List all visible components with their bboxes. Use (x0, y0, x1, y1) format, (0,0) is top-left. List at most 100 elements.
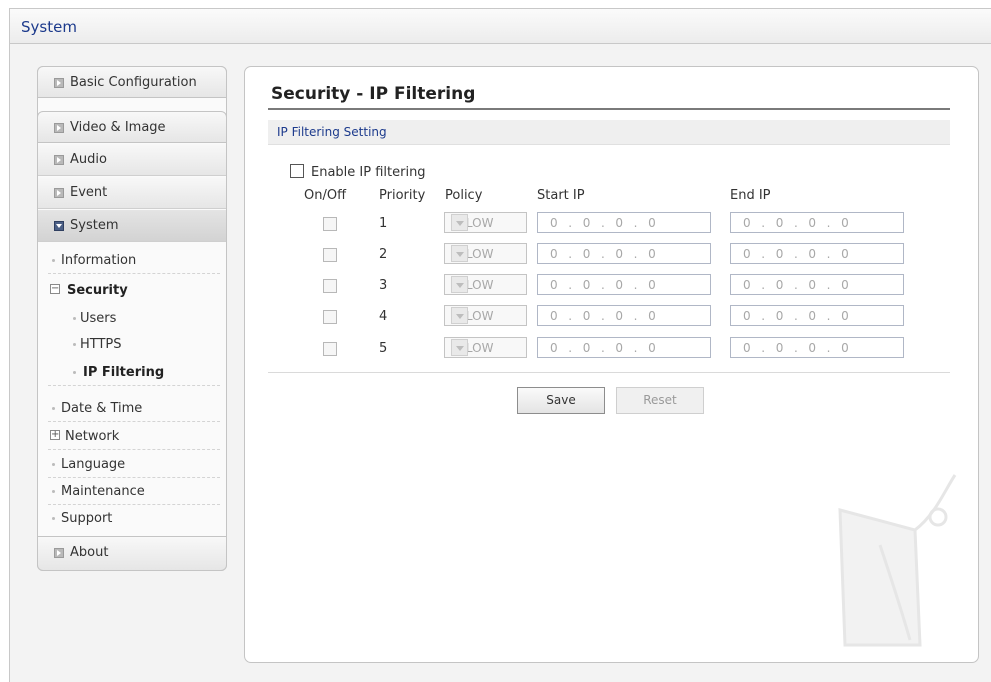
row-4-policy-select[interactable]: ALLOW (444, 305, 527, 326)
dropdown-arrow-icon (451, 245, 468, 262)
form-divider (268, 372, 950, 373)
row-1-policy-select[interactable]: ALLOW (444, 212, 527, 233)
collapse-tree-icon: − (50, 283, 60, 294)
row-3-end-ip-input[interactable]: 0 . 0 . 0 . 0 (730, 274, 904, 295)
section-header: IP Filtering Setting (268, 120, 950, 145)
row-2-priority: 2 (379, 247, 388, 262)
row-4-priority: 4 (379, 309, 388, 324)
row-3-start-ip-input[interactable]: 0 . 0 . 0 . 0 (537, 274, 711, 295)
row-3-priority: 3 (379, 278, 388, 293)
bullet-icon (73, 371, 76, 374)
column-header-policy: Policy (445, 188, 483, 203)
bullet-icon (73, 343, 76, 346)
sidebar-item-label: Users (80, 311, 117, 326)
sidebar-item-security[interactable]: − Security (48, 277, 220, 304)
sidebar-item-label: Language (61, 457, 126, 472)
column-header-priority: Priority (379, 188, 426, 203)
bullet-icon (52, 463, 55, 466)
expand-tree-icon: + (50, 429, 60, 440)
row-1-onoff-checkbox[interactable] (323, 217, 337, 231)
ip-value: 0 . 0 . 0 . 0 (550, 278, 657, 292)
sidebar-item-label: Video & Image (70, 120, 166, 135)
sidebar-event-button[interactable]: Event (38, 177, 226, 209)
row-2-start-ip-input[interactable]: 0 . 0 . 0 . 0 (537, 243, 711, 264)
dropdown-arrow-icon (451, 214, 468, 231)
ip-value: 0 . 0 . 0 . 0 (550, 247, 657, 261)
enable-ip-filtering-label: Enable IP filtering (311, 165, 426, 180)
row-1-end-ip-input[interactable]: 0 . 0 . 0 . 0 (730, 212, 904, 233)
bullet-icon (52, 490, 55, 493)
row-5-end-ip-input[interactable]: 0 . 0 . 0 . 0 (730, 337, 904, 358)
sidebar: Basic Configuration Video & Image Audio … (37, 66, 227, 571)
sidebar-item-support[interactable]: Support (48, 505, 220, 532)
sidebar-item-ip-filtering[interactable]: IP Filtering (48, 359, 220, 386)
sidebar-item-language[interactable]: Language (48, 451, 220, 478)
ip-value: 0 . 0 . 0 . 0 (550, 341, 657, 355)
sidebar-video-image-button[interactable]: Video & Image (37, 111, 227, 143)
bullet-icon (52, 407, 55, 410)
sidebar-item-label: Event (70, 185, 108, 200)
enable-ip-filtering-checkbox[interactable] (290, 164, 304, 178)
ip-value: 0 . 0 . 0 . 0 (743, 216, 850, 230)
row-3-policy-select[interactable]: ALLOW (444, 274, 527, 295)
section-title: IP Filtering Setting (277, 125, 387, 139)
top-bar-title: System (21, 18, 77, 36)
sidebar-item-label: Information (61, 253, 137, 268)
row-3-onoff-checkbox[interactable] (323, 279, 337, 293)
row-4-start-ip-input[interactable]: 0 . 0 . 0 . 0 (537, 305, 711, 326)
save-button[interactable]: Save (517, 387, 605, 414)
sidebar-item-label: Date & Time (61, 401, 143, 416)
sidebar-item-maintenance[interactable]: Maintenance (48, 478, 220, 505)
title-divider (268, 108, 950, 110)
bullet-icon (52, 259, 55, 262)
camera-watermark-icon (838, 474, 957, 647)
sidebar-item-network[interactable]: + Network (48, 423, 220, 450)
sidebar-item-information[interactable]: Information (48, 247, 220, 274)
dropdown-arrow-icon (451, 339, 468, 356)
sidebar-item-label: Basic Configuration (70, 75, 197, 90)
dropdown-arrow-icon (451, 307, 468, 324)
row-1-start-ip-input[interactable]: 0 . 0 . 0 . 0 (537, 212, 711, 233)
sidebar-item-https[interactable]: HTTPS (48, 331, 220, 358)
sidebar-item-label: Network (65, 429, 120, 444)
expand-arrow-icon (54, 188, 64, 198)
column-header-start-ip: Start IP (537, 188, 585, 203)
ip-value: 0 . 0 . 0 . 0 (743, 247, 850, 261)
ip-value: 0 . 0 . 0 . 0 (743, 278, 850, 292)
sidebar-basic-configuration-button[interactable]: Basic Configuration (37, 66, 227, 98)
row-4-end-ip-input[interactable]: 0 . 0 . 0 . 0 (730, 305, 904, 326)
sidebar-item-label: IP Filtering (83, 365, 165, 380)
row-2-end-ip-input[interactable]: 0 . 0 . 0 . 0 (730, 243, 904, 264)
sidebar-item-users[interactable]: Users (48, 305, 220, 332)
row-5-start-ip-input[interactable]: 0 . 0 . 0 . 0 (537, 337, 711, 358)
sidebar-item-label: Support (61, 511, 113, 526)
column-header-onoff: On/Off (304, 188, 347, 203)
bullet-icon (52, 517, 55, 520)
ip-value: 0 . 0 . 0 . 0 (743, 341, 850, 355)
sidebar-audio-button[interactable]: Audio (38, 144, 226, 176)
collapse-arrow-icon (54, 221, 64, 231)
row-4-onoff-checkbox[interactable] (323, 310, 337, 324)
dropdown-arrow-icon (451, 276, 468, 293)
row-5-priority: 5 (379, 341, 388, 356)
row-5-policy-select[interactable]: ALLOW (444, 337, 527, 358)
sidebar-item-date-time[interactable]: Date & Time (48, 395, 220, 422)
reset-button[interactable]: Reset (616, 387, 704, 414)
expand-arrow-icon (54, 123, 64, 133)
row-2-policy-select[interactable]: ALLOW (444, 243, 527, 264)
bullet-icon (73, 317, 76, 320)
sidebar-item-label: Security (67, 283, 128, 298)
row-2-onoff-checkbox[interactable] (323, 248, 337, 262)
ip-value: 0 . 0 . 0 . 0 (743, 309, 850, 323)
expand-arrow-icon (54, 155, 64, 165)
top-bar: System (9, 8, 991, 44)
ip-value: 0 . 0 . 0 . 0 (550, 309, 657, 323)
sidebar-system-button[interactable]: System (38, 210, 226, 242)
expand-arrow-icon (54, 548, 64, 558)
sidebar-item-label: System (70, 218, 119, 233)
row-5-onoff-checkbox[interactable] (323, 342, 337, 356)
row-1-priority: 1 (379, 216, 388, 231)
sidebar-item-label: HTTPS (80, 337, 122, 352)
sidebar-about-button[interactable]: About (37, 536, 227, 571)
column-header-end-ip: End IP (730, 188, 771, 203)
